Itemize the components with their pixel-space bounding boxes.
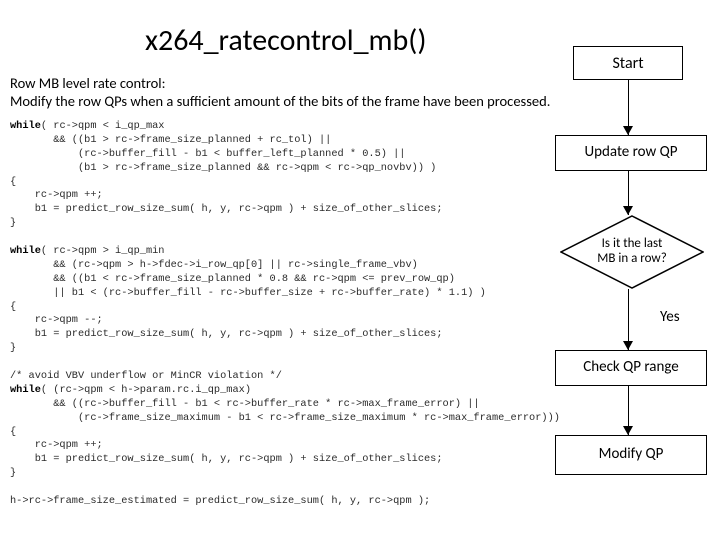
- flow-yes-label: Yes: [660, 308, 680, 326]
- description-line-1: Row MB level rate control:: [10, 74, 166, 92]
- code-listing: while( rc->qpm < i_qp_max && ((b1 > rc->…: [10, 120, 560, 509]
- description-line-2: Modify the row QPs when a sufficient amo…: [10, 92, 550, 110]
- flow-start-node: Start: [573, 46, 683, 80]
- arrow-head-icon: [623, 426, 633, 435]
- flow-update-qp-node: Update row QP: [555, 135, 707, 171]
- flow-decision-label: Is it the lastMB in a row?: [560, 215, 704, 289]
- arrow-head-icon: [623, 126, 633, 135]
- flow-check-range-label: Check QP range: [583, 359, 679, 376]
- arrow-head-icon: [623, 206, 633, 215]
- flow-start-label: Start: [612, 54, 643, 73]
- flow-check-range-node: Check QP range: [555, 350, 707, 386]
- arrow-head-icon: [623, 341, 633, 350]
- flow-decision-node: Is it the lastMB in a row?: [560, 215, 704, 289]
- flow-modify-qp-node: Modify QP: [555, 435, 707, 475]
- page-title: x264_ratecontrol_mb(): [145, 22, 426, 59]
- flow-modify-qp-label: Modify QP: [599, 446, 664, 463]
- flow-update-qp-label: Update row QP: [585, 144, 678, 161]
